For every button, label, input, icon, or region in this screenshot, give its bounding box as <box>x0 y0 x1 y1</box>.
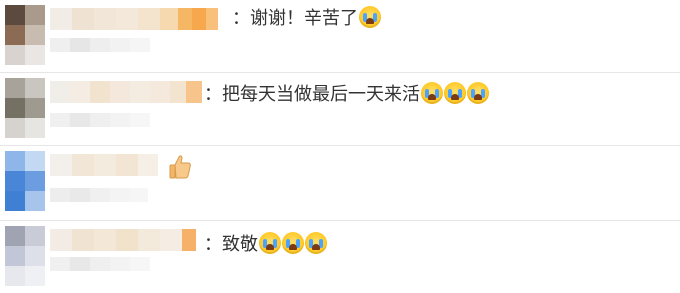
blurred-meta <box>50 188 148 202</box>
crying-face-icon <box>259 232 281 254</box>
separator: ： <box>204 234 222 255</box>
comment-list: ：谢谢！辛苦了 ：把每天当做最后一天来活 ：致敬 <box>0 0 680 293</box>
avatar[interactable] <box>5 226 45 286</box>
username[interactable] <box>50 8 218 30</box>
comment-body: 致敬 <box>222 234 258 255</box>
comment-body: 谢谢！辛苦了 <box>250 8 358 29</box>
comment-text: ：谢谢！辛苦了 <box>232 6 381 30</box>
comment-body: 把每天当做最后一天来活 <box>222 84 420 105</box>
comment-item: ：谢谢！辛苦了 <box>0 0 680 72</box>
username[interactable] <box>50 154 158 176</box>
comment-item: ：把每天当做最后一天来活 <box>0 73 680 145</box>
crying-face-icon <box>421 82 443 104</box>
username[interactable] <box>50 229 196 251</box>
crying-face-icon <box>467 82 489 104</box>
comment-text: ：把每天当做最后一天来活 <box>204 82 489 106</box>
thumbs-up-icon <box>169 155 191 179</box>
separator: ： <box>204 84 222 105</box>
crying-face-icon <box>282 232 304 254</box>
username[interactable] <box>50 81 202 103</box>
avatar[interactable] <box>5 78 45 138</box>
comment-item: ：致敬 <box>0 221 680 293</box>
comment-item <box>0 146 680 220</box>
blurred-meta <box>50 257 150 271</box>
separator: ： <box>232 8 250 29</box>
blurred-meta <box>50 38 150 52</box>
crying-face-icon <box>444 82 466 104</box>
crying-face-icon <box>359 6 381 28</box>
avatar[interactable] <box>5 5 45 65</box>
crying-face-icon <box>305 232 327 254</box>
blurred-meta <box>50 113 150 127</box>
comment-text: ：致敬 <box>204 232 327 256</box>
avatar[interactable] <box>5 151 45 211</box>
